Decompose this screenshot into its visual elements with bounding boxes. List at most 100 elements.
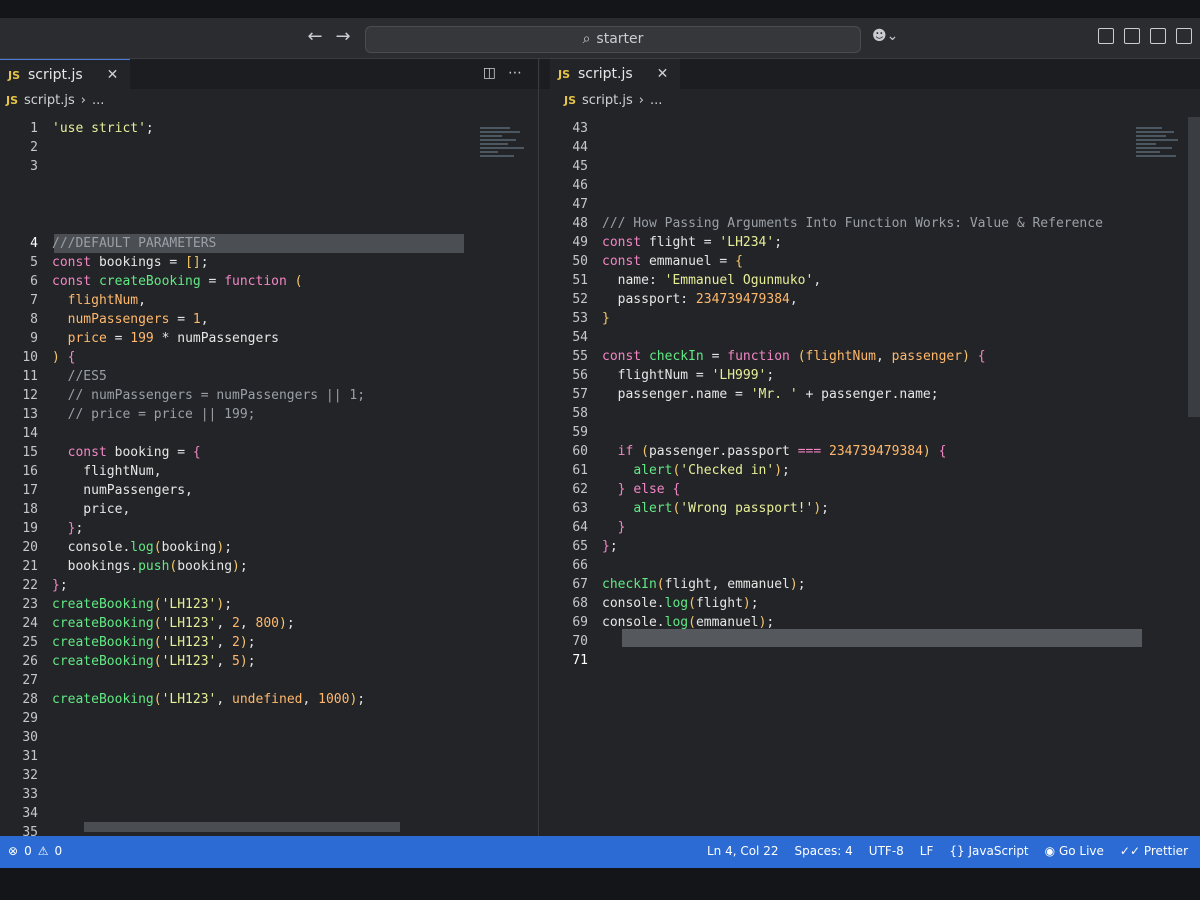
tab-script-js[interactable]: JS script.js ✕ [550, 59, 681, 89]
code-line: 62 } else { [572, 482, 681, 497]
error-count: 0 [24, 844, 32, 858]
chevron-right-icon: › [638, 93, 644, 108]
code-line: 23 createBooking('LH123'); [22, 597, 233, 612]
code-line: 13 // price = price || 199; [22, 407, 256, 422]
code-line: 16 flightNum, [22, 464, 162, 479]
code-line: 1'use strict'; [30, 121, 154, 136]
go-live[interactable]: ◉ Go Live [1045, 844, 1104, 858]
indentation[interactable]: Spaces: 4 [794, 844, 852, 858]
code-line: 27 [22, 673, 38, 688]
code-line: 22}; [22, 578, 68, 593]
editor-actions: ◫ ⋯ [483, 65, 522, 81]
status-items: Ln 4, Col 22 Spaces: 4 UTF-8 LF {} JavaS… [707, 844, 1188, 858]
code-line: 11 //ES5 [22, 369, 107, 384]
code-line: 68 console.log(flight); [572, 596, 759, 611]
split-editor-icon[interactable]: ◫ [483, 65, 496, 81]
code-line: 67 checkIn(flight, emmanuel); [572, 577, 806, 592]
forward-arrow-icon[interactable]: → [332, 26, 354, 48]
code-line: 71 [572, 653, 588, 668]
code-line: 2 [30, 140, 38, 155]
code-line: 10) { [22, 350, 76, 365]
panel-toggle-icon[interactable] [1150, 28, 1166, 44]
horizontal-scrollbar[interactable] [84, 822, 400, 832]
breadcrumb-file[interactable]: script.js [582, 93, 633, 108]
code-line: 25 createBooking('LH123', 2); [22, 635, 256, 650]
back-arrow-icon[interactable]: ← [304, 26, 326, 48]
code-line: 6 const createBooking = function ( [30, 274, 303, 289]
code-line: 33 [22, 787, 38, 802]
minimap[interactable] [480, 125, 528, 245]
layout-toggle-icon[interactable] [1098, 28, 1114, 44]
breadcrumb-symbol[interactable]: ... [92, 93, 104, 108]
code-line: 53} [572, 311, 610, 326]
code-line: 51 name: 'Emmanuel Ogunmuko', [572, 273, 822, 288]
close-icon[interactable]: ✕ [107, 67, 119, 83]
code-line: 49 const flight = 'LH234'; [572, 235, 783, 250]
code-line: 28 createBooking('LH123', undefined, 1000… [22, 692, 366, 707]
code-line: 45 [572, 159, 588, 174]
code-line: 30 [22, 730, 38, 745]
vertical-scrollbar[interactable] [1188, 117, 1200, 417]
broadcast-icon: ◉ [1044, 844, 1056, 858]
prettier[interactable]: ✓✓ Prettier [1120, 844, 1188, 858]
code-line: 32 [22, 768, 38, 783]
js-file-icon: JS [8, 68, 21, 82]
search-icon: ⌕ [582, 31, 591, 47]
code-line: 63 alert('Wrong passport!'); [572, 501, 829, 516]
copilot-icon[interactable]: ☻⌄ [872, 28, 898, 44]
js-file-icon: JS [558, 67, 571, 81]
code-line: 14 [22, 426, 38, 441]
code-line: 35 [22, 825, 38, 836]
language-mode[interactable]: {} JavaScript [949, 844, 1028, 858]
breadcrumb-file[interactable]: script.js [24, 93, 75, 108]
code-line: 15 const booking = { [22, 445, 201, 460]
end-of-line[interactable]: LF [920, 844, 934, 858]
code-line: 31 [22, 749, 38, 764]
command-center-search[interactable]: ⌕ starter [365, 26, 861, 53]
code-line: 54 [572, 330, 588, 345]
close-icon[interactable]: ✕ [657, 66, 669, 82]
code-line: 9 price = 199 * numPassengers [30, 331, 279, 346]
code-line: 50 const emmanuel = { [572, 254, 743, 269]
tab-script-js[interactable]: JS script.js ✕ [0, 59, 131, 90]
code-line: 34 [22, 806, 38, 821]
code-line: 21 bookings.push(booking); [22, 559, 248, 574]
layout-controls [1098, 28, 1192, 44]
code-line: 12 // numPassengers = numPassengers || 1… [22, 388, 366, 403]
code-line: 18 price, [22, 502, 131, 517]
code-line: 7 flightNum, [30, 293, 146, 308]
tab-label: script.js [578, 66, 633, 82]
encoding[interactable]: UTF-8 [869, 844, 904, 858]
code-line: 65}; [572, 539, 618, 554]
code-line: 17 numPassengers, [22, 483, 193, 498]
breadcrumb-symbol[interactable]: ... [650, 93, 662, 108]
search-text: starter [596, 31, 644, 47]
code-line: 61 alert('Checked in'); [572, 463, 790, 478]
code-line: 58 [572, 406, 588, 421]
code-line: 56 flightNum = 'LH999'; [572, 368, 775, 383]
code-editor[interactable]: 43 44 45 46 47 48/// How Passing Argumen… [540, 117, 1200, 836]
double-check-icon: ✓✓ [1119, 844, 1141, 858]
error-icon: ⊗ [8, 844, 19, 858]
chevron-right-icon: › [80, 93, 86, 108]
breadcrumb: JS script.js › ... [564, 93, 662, 108]
code-line: 4///DEFAULT PARAMETERS [30, 236, 217, 251]
sidebar-toggle-icon[interactable] [1124, 28, 1140, 44]
code-line: 69 console.log(emmanuel); [572, 615, 775, 630]
cursor-position[interactable]: Ln 4, Col 22 [707, 844, 779, 858]
code-line: 43 [572, 121, 588, 136]
secondary-sidebar-icon[interactable] [1176, 28, 1192, 44]
minimap[interactable] [1136, 125, 1184, 245]
code-line: 66 [572, 558, 588, 573]
code-editor[interactable]: 1'use strict'; 2 3 4///DEFAULT PARAMETER… [0, 117, 538, 836]
code-line: 26 createBooking('LH123', 5); [22, 654, 256, 669]
problems-indicator[interactable]: ⊗ 0 ⚠ 0 [8, 844, 62, 858]
editor-group-right: JS script.js ✕ JS script.js › ... 43 44 … [540, 59, 1200, 836]
code-line: 52 passport: 234739479384, [572, 292, 798, 307]
code-line: 46 [572, 178, 588, 193]
title-bar: ← → ⌕ starter ☻⌄ [0, 18, 1200, 59]
more-actions-icon[interactable]: ⋯ [508, 65, 522, 81]
code-line: 59 [572, 425, 588, 440]
code-line: 55 const checkIn = function (flightNum, p… [572, 349, 986, 364]
code-line: 5 const bookings = []; [30, 255, 209, 270]
